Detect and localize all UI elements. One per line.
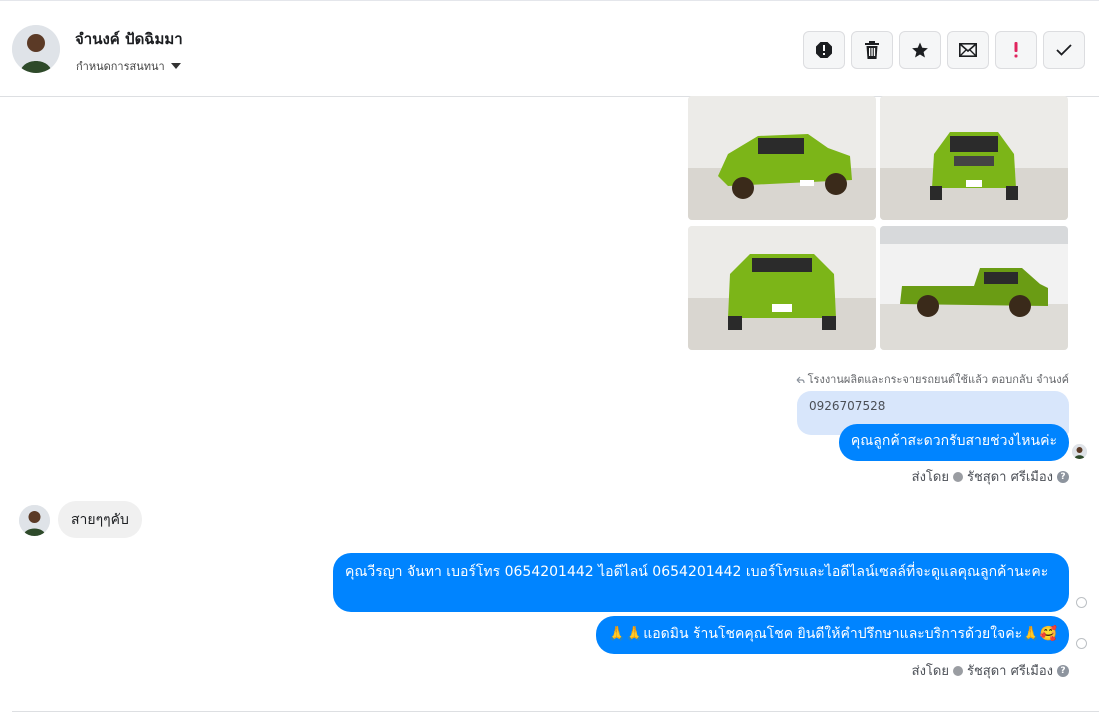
photo-truck-rear[interactable] bbox=[688, 226, 876, 350]
help-icon[interactable]: ? bbox=[1057, 664, 1069, 677]
help-icon[interactable]: ? bbox=[1057, 470, 1069, 483]
sent-by-info: ส่งโดย รัชสุดา ศรีเมือง ? bbox=[912, 466, 1069, 487]
sender-name: รัชสุดา ศรีเมือง bbox=[966, 664, 1053, 679]
envelope-icon bbox=[959, 43, 977, 57]
message-thread[interactable]: โรงงานผลิตและกระจายรถยนต์ใช้แล้ว ตอบกลับ… bbox=[0, 96, 1099, 716]
photo-truck-front[interactable] bbox=[880, 96, 1068, 220]
star-button[interactable] bbox=[899, 31, 941, 69]
reply-info-text: โรงงานผลิตและกระจายรถยนต์ใช้แล้ว ตอบกลับ… bbox=[807, 373, 1069, 386]
contact-name[interactable]: จำนงค์ ปัดฉิมมา bbox=[75, 27, 183, 51]
conversation-schedule-label: กำหนดการสนทนา bbox=[76, 60, 165, 73]
done-button[interactable] bbox=[1043, 31, 1085, 69]
message-text: สายๆๆคับ bbox=[71, 512, 129, 528]
sent-status-icon bbox=[1076, 638, 1087, 649]
spam-button[interactable] bbox=[803, 31, 845, 69]
check-icon bbox=[1056, 44, 1072, 56]
photo-truck-front-left[interactable] bbox=[688, 96, 876, 220]
reply-arrow-icon bbox=[796, 376, 805, 383]
outgoing-message[interactable]: คุณลูกค้าสะดวกรับสายช่วงไหนค่ะ bbox=[838, 424, 1069, 461]
message-text: 🙏🙏แอดมิน ร้านโชคคุณโชค ยินดีให้คำปรึกษาแ… bbox=[608, 626, 1057, 642]
incoming-message[interactable]: สายๆๆคับ bbox=[58, 501, 142, 538]
exclamation-circle-icon bbox=[816, 42, 832, 58]
message-text: คุณลูกค้าสะดวกรับสายช่วงไหนค่ะ bbox=[850, 433, 1057, 449]
header-actions bbox=[803, 31, 1085, 69]
sent-by-label: ส่งโดย bbox=[911, 664, 949, 679]
trash-icon bbox=[865, 41, 879, 59]
delete-button[interactable] bbox=[851, 31, 893, 69]
conversation-header: จำนงค์ ปัดฉิมมา กำหนดการสนทนา bbox=[0, 0, 1099, 97]
reply-info: โรงงานผลิตและกระจายรถยนต์ใช้แล้ว ตอบกลับ… bbox=[796, 370, 1069, 388]
contact-avatar-small bbox=[19, 505, 50, 536]
sent-status-icon bbox=[1076, 597, 1087, 608]
composer-divider bbox=[12, 711, 1099, 712]
photo-attachment-grid bbox=[688, 96, 1068, 350]
contact-avatar[interactable] bbox=[12, 25, 60, 73]
seen-avatar bbox=[1072, 444, 1087, 459]
caret-down-icon bbox=[170, 63, 181, 69]
sender-name: รัชสุดา ศรีเมือง bbox=[966, 470, 1053, 485]
message-text: คุณวีรญา จันทา เบอร์โทร 0654201442 ไอดีไ… bbox=[345, 564, 1049, 580]
quoted-message-text: 0926707528 bbox=[809, 399, 886, 413]
important-button[interactable] bbox=[995, 31, 1037, 69]
sent-by-info: ส่งโดย รัชสุดา ศรีเมือง ? bbox=[912, 660, 1069, 681]
exclamation-icon bbox=[1014, 42, 1018, 58]
conversation-schedule-dropdown[interactable]: กำหนดการสนทนา bbox=[76, 57, 181, 75]
check-circle-icon bbox=[952, 471, 963, 482]
star-icon bbox=[912, 42, 928, 58]
outgoing-message[interactable]: คุณวีรญา จันทา เบอร์โทร 0654201442 ไอดีไ… bbox=[333, 553, 1069, 612]
check-circle-icon bbox=[952, 665, 963, 676]
mark-unread-button[interactable] bbox=[947, 31, 989, 69]
outgoing-message[interactable]: 🙏🙏แอดมิน ร้านโชคคุณโชค ยินดีให้คำปรึกษาแ… bbox=[596, 616, 1069, 654]
sent-by-label: ส่งโดย bbox=[911, 470, 949, 485]
photo-truck-side[interactable] bbox=[880, 226, 1068, 350]
